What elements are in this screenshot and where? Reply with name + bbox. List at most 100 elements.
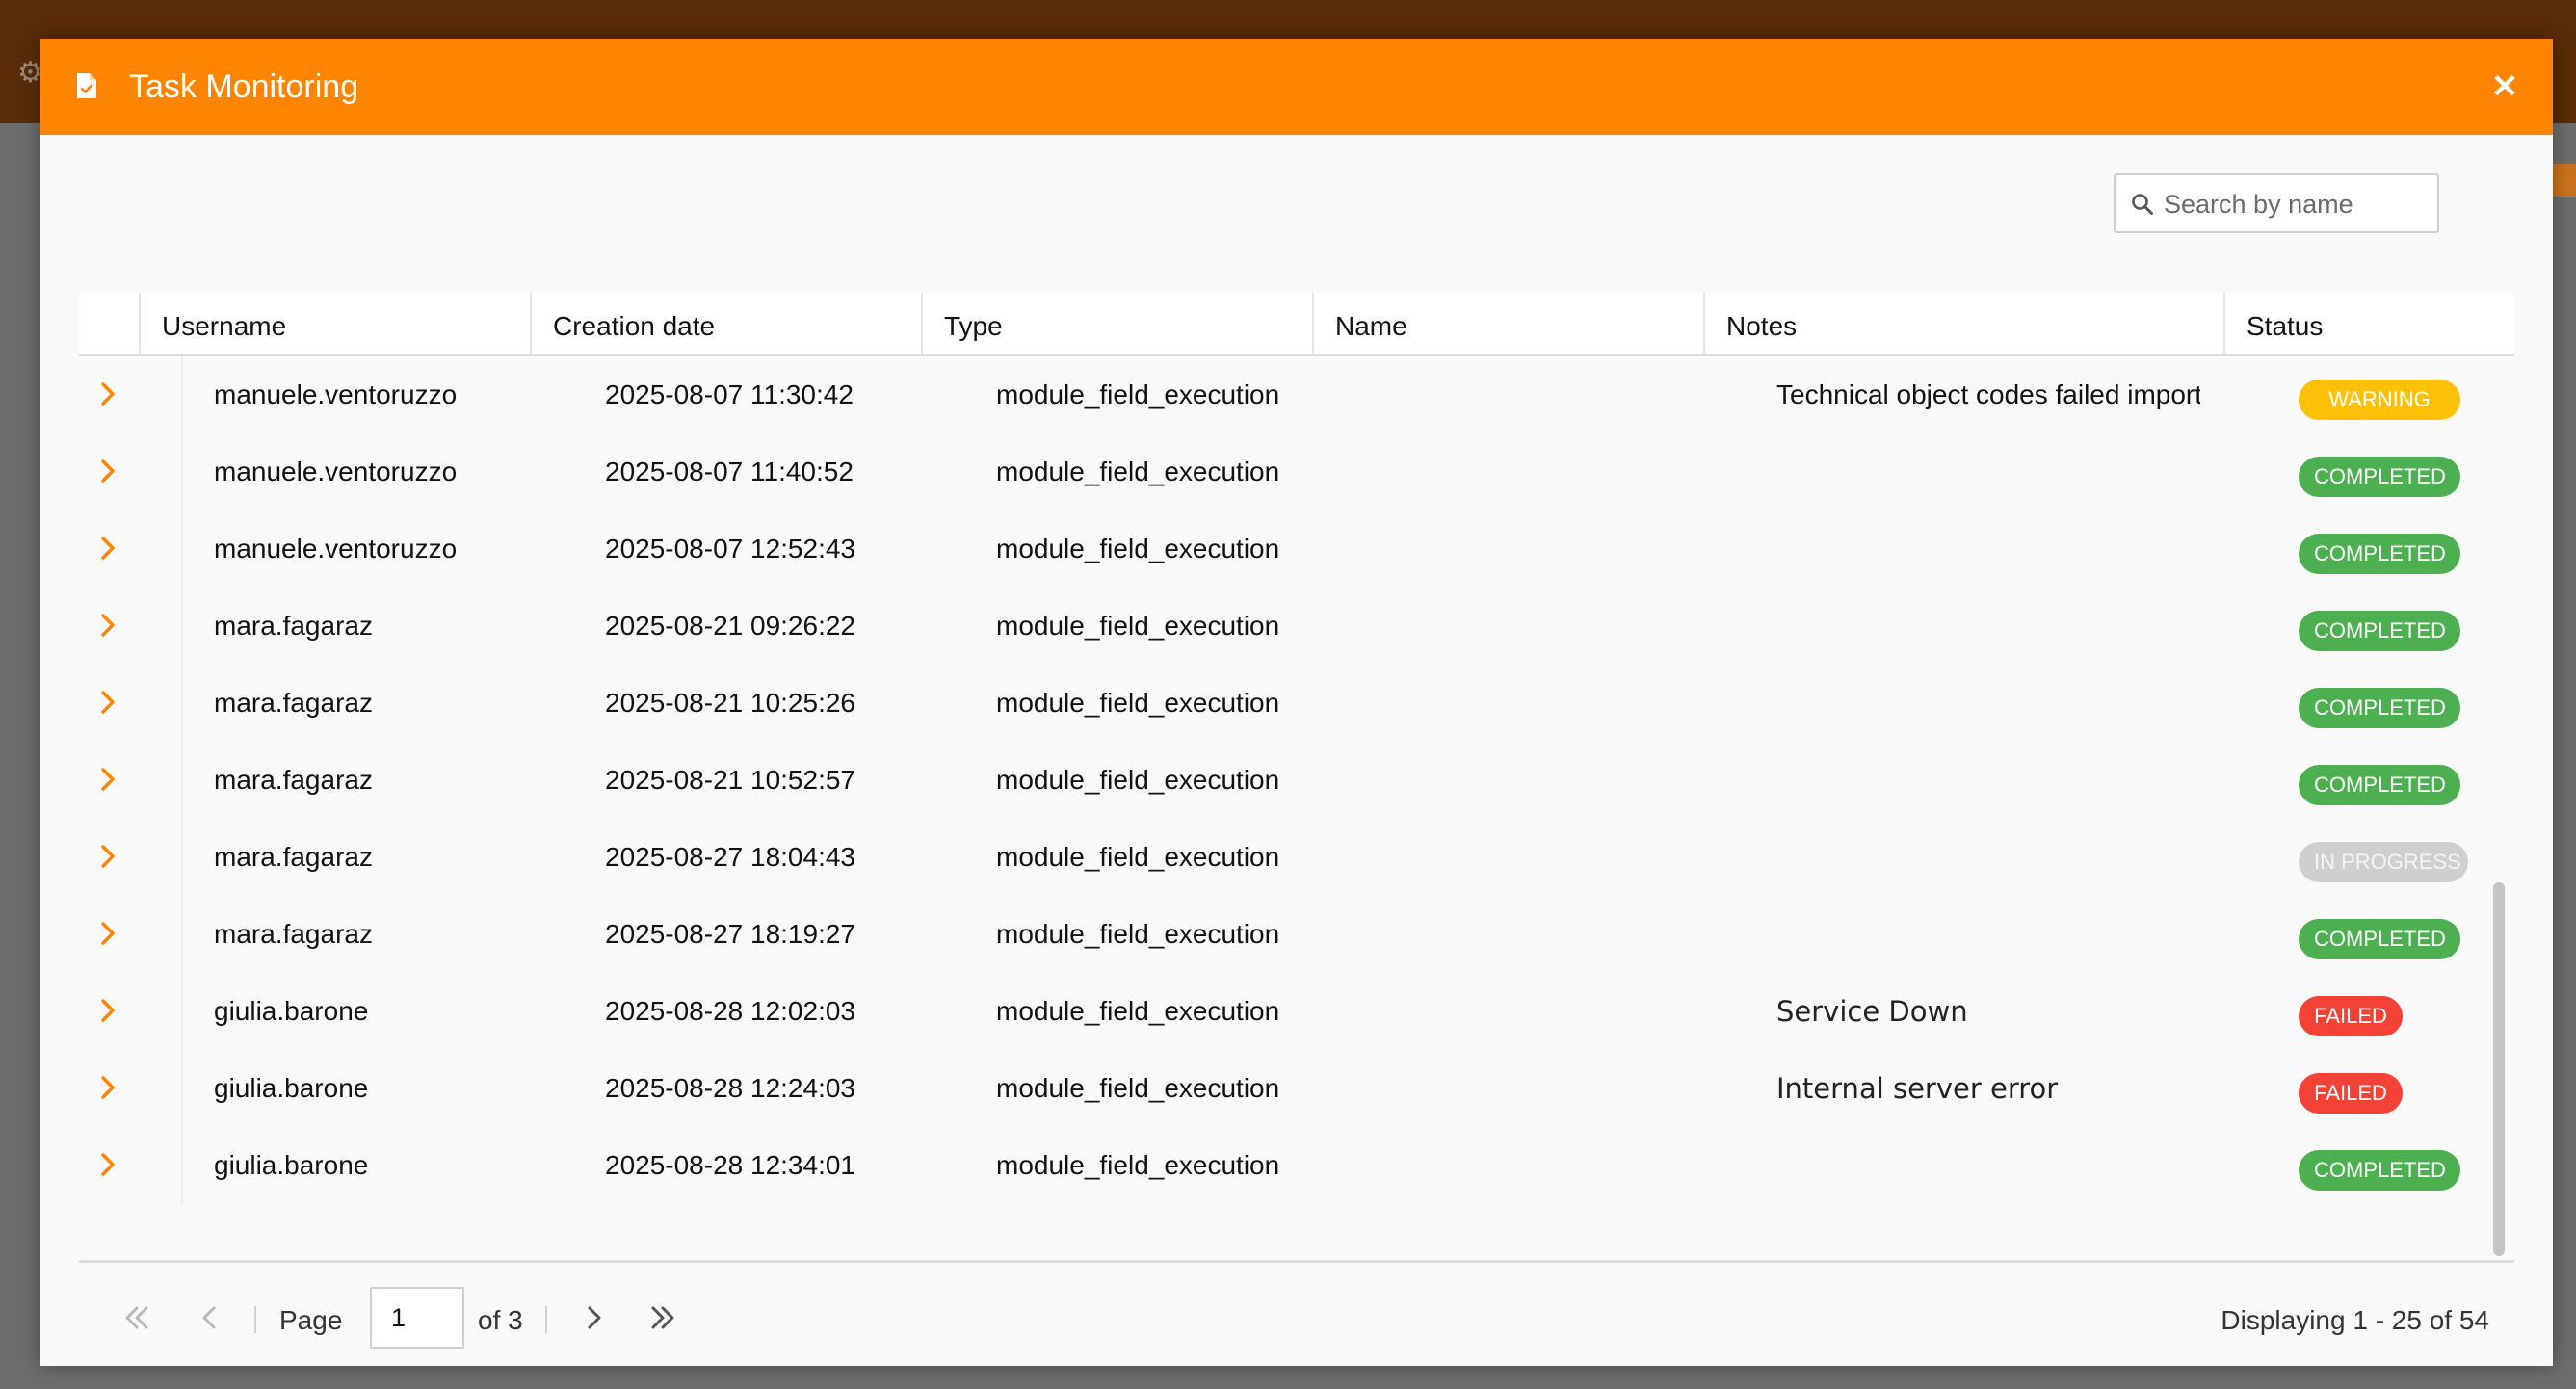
page-number-input[interactable] xyxy=(370,1287,464,1349)
cell-username: mara.fagaraz xyxy=(214,765,373,795)
table-row[interactable]: mara.fagaraz 2025-08-21 10:52:57 module_fi… xyxy=(79,742,2487,819)
header-notes[interactable]: Notes xyxy=(1703,293,2223,354)
cell-notes xyxy=(1776,1127,2200,1204)
table-row[interactable]: mara.fagaraz 2025-08-21 09:26:22 module_fi… xyxy=(79,588,2487,665)
status-badge: COMPLETED xyxy=(2299,919,2460,959)
cell-username: mara.fagaraz xyxy=(214,919,373,949)
double-chevron-right-icon[interactable] xyxy=(642,1297,684,1339)
chevron-right-icon[interactable] xyxy=(96,1073,119,1102)
chevron-left-icon[interactable] xyxy=(189,1297,231,1339)
row-divider xyxy=(181,742,183,819)
cell-creation-date: 2025-08-28 12:24:03 xyxy=(605,1073,855,1103)
table-row[interactable]: mara.fagaraz 2025-08-27 18:04:43 module_fi… xyxy=(79,819,2487,896)
cell-notes xyxy=(1776,588,2200,665)
table-row[interactable]: manuele.ventoruzzo 2025-08-07 11:40:52 mod… xyxy=(79,433,2487,511)
row-divider xyxy=(181,433,183,511)
status-badge: WARNING xyxy=(2299,380,2460,420)
status-badge: COMPLETED xyxy=(2299,765,2460,805)
cell-username: mara.fagaraz xyxy=(214,611,373,641)
header-username[interactable]: Username xyxy=(139,293,530,354)
search-field[interactable] xyxy=(2114,173,2439,233)
cell-creation-date: 2025-08-07 11:30:42 xyxy=(605,380,854,409)
cell-notes: Internal server error xyxy=(1776,1072,2059,1105)
cell-creation-date: 2025-08-27 18:19:27 xyxy=(605,919,855,949)
chevron-right-icon[interactable] xyxy=(96,457,119,485)
chevron-right-icon[interactable] xyxy=(96,380,119,408)
cell-username: manuele.ventoruzzo xyxy=(214,380,458,409)
cell-notes xyxy=(1776,742,2200,819)
status-badge: COMPLETED xyxy=(2299,611,2460,651)
row-divider xyxy=(181,665,183,742)
table-row[interactable]: mara.fagaraz 2025-08-27 18:19:27 module_fi… xyxy=(79,896,2487,973)
cell-notes xyxy=(1776,819,2200,896)
cell-type: module_field_execution xyxy=(996,842,1280,872)
table-row[interactable]: manuele.ventoruzzo 2025-08-07 12:52:43 mod… xyxy=(79,511,2487,588)
row-divider xyxy=(181,896,183,973)
row-divider xyxy=(181,819,183,896)
page-label: Page xyxy=(279,1305,343,1335)
cell-creation-date: 2025-08-21 09:26:22 xyxy=(605,611,855,641)
double-chevron-left-icon[interactable] xyxy=(116,1297,158,1339)
pagination-toolbar: Page of 3 Displaying 1 - 25 of 54 xyxy=(40,1287,2553,1354)
cell-type: module_field_execution xyxy=(996,380,1280,409)
status-badge: FAILED xyxy=(2299,996,2403,1036)
chevron-right-icon[interactable] xyxy=(96,919,119,948)
status-badge: COMPLETED xyxy=(2299,688,2460,728)
scrollbar-thumb[interactable] xyxy=(2493,882,2505,1256)
chevron-right-icon[interactable] xyxy=(96,611,119,640)
status-badge: FAILED xyxy=(2299,1073,2403,1114)
cell-username: mara.fagaraz xyxy=(214,842,373,872)
cell-type: module_field_execution xyxy=(996,457,1280,486)
header-expander-column xyxy=(79,293,139,354)
status-badge: IN PROGRESS xyxy=(2299,842,2468,882)
page-count-label: of 3 xyxy=(478,1305,523,1335)
background-tab xyxy=(2551,164,2576,197)
cell-creation-date: 2025-08-27 18:04:43 xyxy=(605,842,855,872)
cell-creation-date: 2025-08-07 12:52:43 xyxy=(605,534,855,563)
header-type[interactable]: Type xyxy=(921,293,1312,354)
cell-notes xyxy=(1776,511,2200,588)
status-badge: COMPLETED xyxy=(2299,534,2460,574)
header-name[interactable]: Name xyxy=(1312,293,1703,354)
row-divider xyxy=(181,973,183,1050)
cell-username: giulia.barone xyxy=(214,1073,369,1103)
chevron-right-icon[interactable] xyxy=(96,688,119,717)
cell-type: module_field_execution xyxy=(996,1150,1280,1180)
row-divider xyxy=(181,1127,183,1204)
cell-notes xyxy=(1776,433,2200,511)
chevron-right-icon[interactable] xyxy=(96,996,119,1025)
cell-type: module_field_execution xyxy=(996,919,1280,949)
grid-bottom-border xyxy=(79,1260,2514,1263)
cell-type: module_field_execution xyxy=(996,996,1280,1026)
chevron-right-icon[interactable] xyxy=(96,842,119,871)
table-row[interactable]: manuele.ventoruzzo 2025-08-07 11:30:42 mod… xyxy=(79,356,2487,433)
search-input[interactable] xyxy=(2162,183,2426,225)
displaying-count: Displaying 1 - 25 of 54 xyxy=(2221,1305,2489,1335)
table-row[interactable]: giulia.barone 2025-08-28 12:24:03 module_f… xyxy=(79,1050,2487,1127)
chevron-right-icon[interactable] xyxy=(96,534,119,563)
dialog-header: Task Monitoring ✕ xyxy=(40,39,2553,135)
cell-username: giulia.barone xyxy=(214,1150,369,1180)
header-status[interactable]: Status xyxy=(2223,293,2514,354)
pager-separator xyxy=(545,1306,547,1333)
cell-notes: Technical object codes failed import… xyxy=(1776,380,2200,409)
chevron-right-icon[interactable] xyxy=(96,1150,119,1179)
cell-type: module_field_execution xyxy=(996,1073,1280,1103)
table-row[interactable]: giulia.barone 2025-08-28 12:34:01 module_f… xyxy=(79,1127,2487,1204)
row-divider xyxy=(181,511,183,588)
cell-creation-date: 2025-08-28 12:34:01 xyxy=(605,1150,855,1180)
row-divider xyxy=(181,1050,183,1127)
header-creation-date[interactable]: Creation date xyxy=(530,293,921,354)
cell-type: module_field_execution xyxy=(996,611,1280,641)
dialog-title: Task Monitoring xyxy=(129,68,359,105)
cell-notes: Service Down xyxy=(1776,995,1968,1028)
table-row[interactable]: giulia.barone 2025-08-28 12:02:03 module_f… xyxy=(79,973,2487,1050)
cell-creation-date: 2025-08-07 11:40:52 xyxy=(605,457,854,486)
chevron-right-icon[interactable] xyxy=(96,765,119,794)
row-divider xyxy=(181,356,183,433)
chevron-right-icon[interactable] xyxy=(572,1297,615,1339)
table-row[interactable]: mara.fagaraz 2025-08-21 10:25:26 module_fi… xyxy=(79,665,2487,742)
cell-type: module_field_execution xyxy=(996,765,1280,795)
cell-creation-date: 2025-08-21 10:25:26 xyxy=(605,688,855,718)
close-icon[interactable]: ✕ xyxy=(2484,66,2526,108)
